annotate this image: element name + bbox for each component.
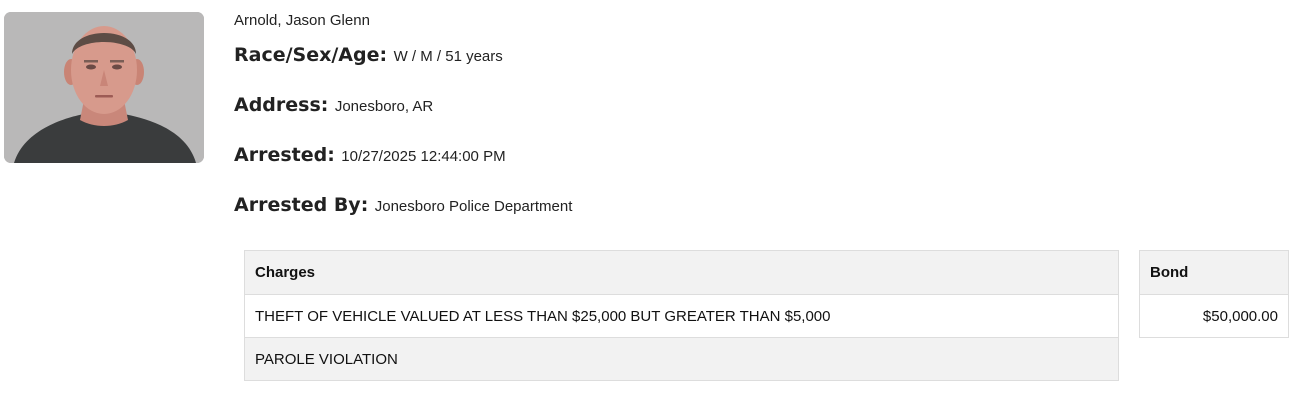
address-value: Jonesboro, AR [334,98,434,115]
race-sex-age-field: Race/Sex/Age: W / M / 51 years [234,44,503,66]
race-sex-age-value: W / M / 51 years [393,48,503,65]
bond-header-row: Bond [1139,250,1289,295]
charges-header-row: Charges [244,250,1119,295]
charges-header: Charges [244,250,1119,295]
bond-amount: $50,000.00 [1139,294,1289,338]
charge-cell: PAROLE VIOLATION [244,337,1119,381]
bond-table: Bond $50,000.00 [1139,250,1289,338]
address-field: Address: Jonesboro, AR [234,94,433,116]
arrested-value: 10/27/2025 12:44:00 PM [341,148,506,165]
arrested-by-field: Arrested By: Jonesboro Police Department [234,194,572,216]
address-label: Address: [234,94,329,116]
arrested-by-value: Jonesboro Police Department [374,198,573,215]
arrested-by-label: Arrested By: [234,194,369,216]
charge-row: THEFT OF VEHICLE VALUED AT LESS THAN $25… [244,294,1119,338]
mugshot-photo [4,12,204,163]
charge-row: PAROLE VIOLATION [244,337,1119,381]
bond-row: $50,000.00 [1139,294,1289,338]
charges-table: Charges THEFT OF VEHICLE VALUED AT LESS … [244,250,1119,381]
race-sex-age-label: Race/Sex/Age: [234,44,388,66]
arrested-field: Arrested: 10/27/2025 12:44:00 PM [234,144,506,166]
inmate-name: Arnold, Jason Glenn [234,12,370,29]
arrested-label: Arrested: [234,144,335,166]
charge-cell: THEFT OF VEHICLE VALUED AT LESS THAN $25… [244,294,1119,338]
bond-header: Bond [1139,250,1289,295]
